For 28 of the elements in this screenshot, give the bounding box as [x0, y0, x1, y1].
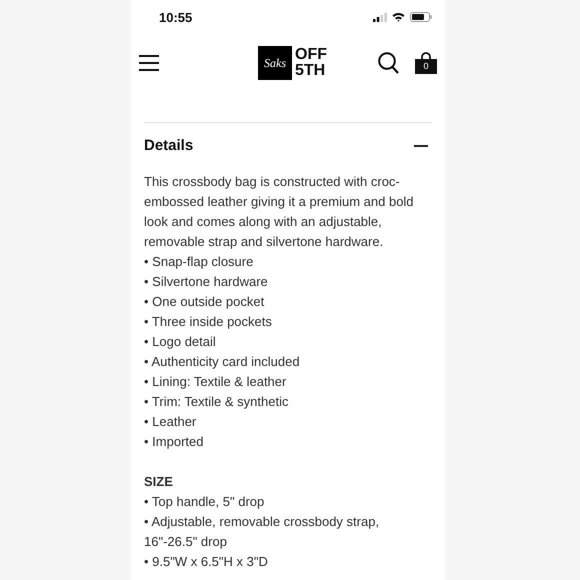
feature-item: • Authenticity card included	[144, 353, 301, 371]
battery-icon	[410, 12, 432, 22]
search-icon[interactable]	[378, 52, 399, 74]
feature-item: • One outside pocket	[144, 293, 266, 311]
logo-mark[interactable]: Saks	[258, 46, 292, 80]
cart-icon[interactable]: 0	[415, 52, 437, 74]
section-title: Details	[144, 137, 194, 154]
feature-item: • Logo detail	[144, 333, 217, 351]
size-item: • 9.5"W x 6.5"H x 3"D	[144, 553, 269, 571]
cart-count: 0	[415, 59, 437, 74]
feature-item: • Trim: Textile & synthetic	[144, 393, 290, 411]
menu-icon[interactable]	[139, 55, 159, 71]
feature-item: • Silvertone hardware	[144, 273, 269, 291]
feature-item: • Imported	[144, 433, 204, 451]
feature-item: • Leather	[144, 413, 198, 431]
logo-text[interactable]: 5TH	[295, 63, 327, 79]
bag-handle-icon[interactable]	[420, 52, 432, 59]
signal-icon	[373, 12, 387, 22]
feature-item: • Snap-flap closure	[144, 253, 254, 271]
size-item: • Top handle, 5" drop	[144, 493, 266, 511]
status-time: 10:55	[159, 10, 192, 24]
wifi-icon	[392, 12, 405, 22]
feature-item: • Three inside pockets	[144, 313, 273, 331]
size-heading: SIZE	[144, 473, 174, 491]
size-item: • Adjustable, removable crossbody strap, 16"-26.5" drop	[144, 513, 380, 551]
logo-text[interactable]: OFF	[295, 47, 327, 63]
feature-item: • Lining: Textile & leather	[144, 373, 288, 391]
product-description: This crossbody bag is constructed with croc-embossed leather giving it a premium and bold look and comes along with an adjustable, removable strap and silvertone hardware.	[144, 173, 415, 251]
